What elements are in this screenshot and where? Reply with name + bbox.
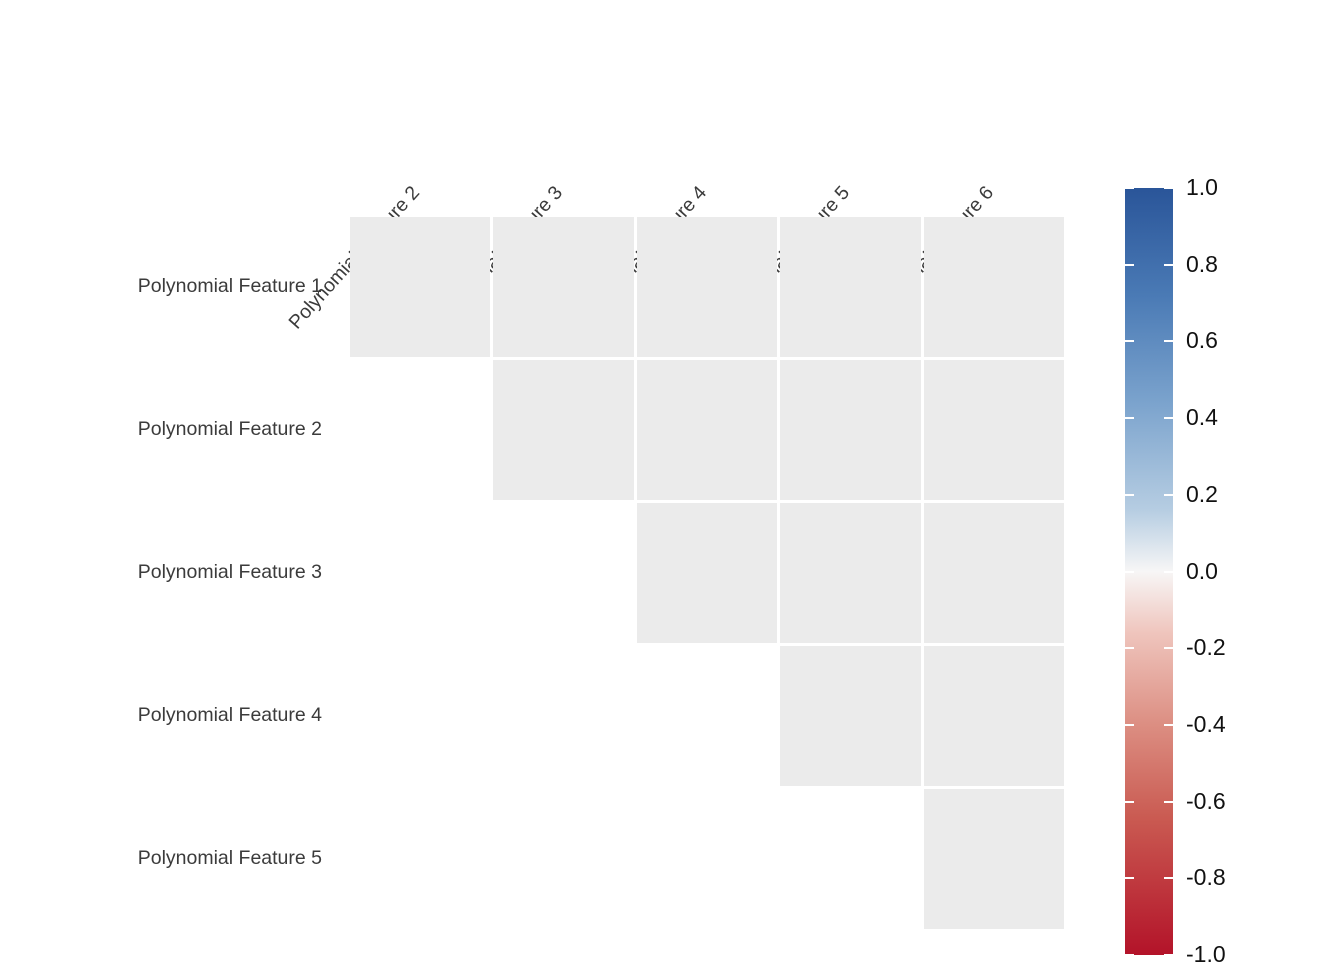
heatmap-cell — [780, 216, 921, 357]
colorbar-tick-label: 0.4 — [1186, 404, 1218, 431]
heatmap-cell — [636, 216, 778, 357]
colorbar-tick-mark — [1125, 187, 1134, 189]
colorbar-tick-label: -0.8 — [1186, 864, 1226, 891]
colorbar-tick-mark — [1125, 417, 1134, 420]
colorbar-tick-mark — [1125, 723, 1134, 726]
colorbar-tick-label: 0.0 — [1186, 557, 1218, 584]
y-tick-label: Polynomial Feature 5 — [137, 846, 322, 869]
colorbar-tick-label: -0.4 — [1186, 710, 1226, 737]
colorbar-tick-label: -1.0 — [1186, 941, 1226, 967]
colorbar-tick-mark — [1125, 647, 1134, 650]
colorbar-tick-mark — [1164, 800, 1173, 803]
heatmap-cell — [349, 216, 491, 357]
colorbar-tick-mark — [1125, 877, 1134, 880]
colorbar — [1125, 187, 1173, 956]
heatmap-cell — [636, 359, 778, 500]
heatmap-cell — [923, 645, 1065, 786]
colorbar-tick-mark — [1164, 647, 1173, 650]
heatmap-plot-area — [348, 215, 1066, 930]
heatmap-cell — [780, 359, 921, 500]
y-tick-label: Polynomial Feature 1 — [137, 274, 322, 297]
y-tick-label: Polynomial Feature 3 — [137, 560, 322, 583]
heatmap-cell — [923, 502, 1065, 643]
colorbar-tick-label: -0.6 — [1186, 787, 1226, 814]
colorbar-tick-mark — [1164, 570, 1173, 573]
colorbar-tick-mark — [1164, 954, 1173, 956]
heatmap-cell — [923, 788, 1065, 929]
colorbar-tick-mark — [1164, 263, 1173, 266]
y-tick-label: Polynomial Feature 4 — [137, 703, 322, 726]
correlation-heatmap-figure: Polynomial Feature 2 Polynomial Feature 3… — [0, 0, 1344, 966]
colorbar-tick-mark — [1164, 493, 1173, 496]
heatmap-cell — [493, 359, 634, 500]
heatmap-cell — [780, 645, 921, 786]
y-tick-label: Polynomial Feature 2 — [137, 417, 322, 440]
colorbar-tick-label: -0.2 — [1186, 634, 1226, 661]
colorbar-tick-label: 0.2 — [1186, 480, 1218, 507]
colorbar-tick-mark — [1164, 417, 1173, 420]
colorbar-tick-mark — [1125, 954, 1134, 956]
colorbar-tick-mark — [1164, 877, 1173, 880]
colorbar-tick-mark — [1164, 723, 1173, 726]
heatmap-cell — [636, 502, 778, 643]
heatmap-cell — [923, 216, 1065, 357]
colorbar-tick-mark — [1125, 570, 1134, 573]
colorbar-tick-mark — [1164, 340, 1173, 343]
heatmap-cell — [780, 502, 921, 643]
colorbar-tick-label: 0.8 — [1186, 250, 1218, 277]
colorbar-tick-mark — [1125, 340, 1134, 343]
heatmap-cell — [493, 216, 634, 357]
colorbar-tick-label: 0.6 — [1186, 327, 1218, 354]
heatmap-cell — [923, 359, 1065, 500]
colorbar-tick-label: 1.0 — [1186, 174, 1218, 200]
colorbar-tick-mark — [1125, 800, 1134, 803]
colorbar-tick-mark — [1125, 263, 1134, 266]
colorbar-tick-mark — [1125, 493, 1134, 496]
colorbar-tick-mark — [1164, 187, 1173, 189]
